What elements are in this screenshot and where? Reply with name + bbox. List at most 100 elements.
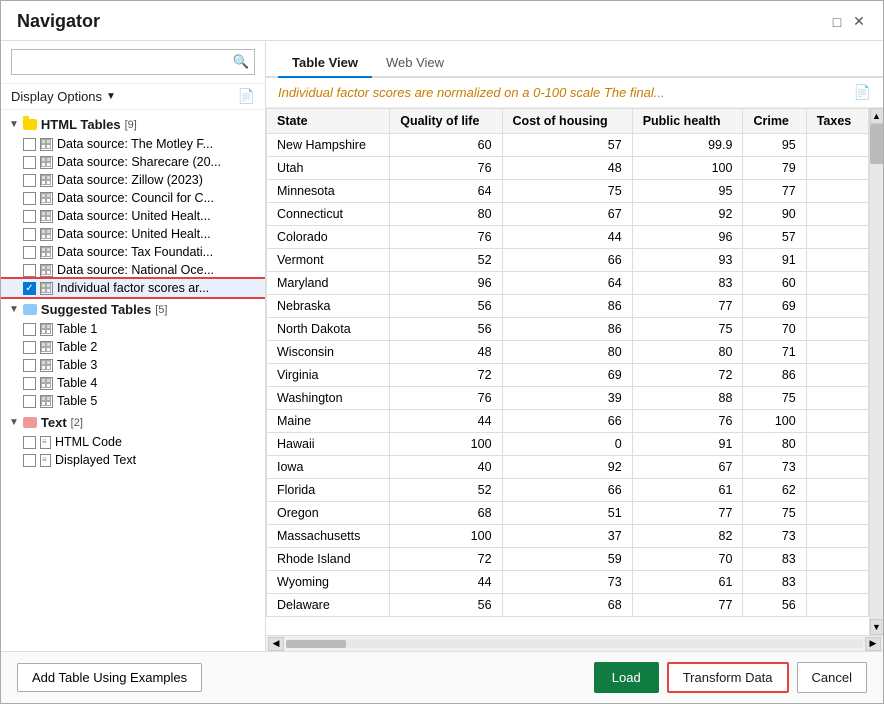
list-item[interactable]: Data source: Zillow (2023) [1,171,265,189]
checkbox-txt-0[interactable] [23,436,36,449]
html-tables-header[interactable]: ▼ HTML Tables [9] [1,114,265,135]
table-cell: 76 [390,387,502,410]
table-row: Utah764810079 [267,157,869,180]
table-cell [806,364,868,387]
table-cell: 75 [502,180,632,203]
tab-web-view[interactable]: Web View [372,49,458,78]
table-cell: 51 [502,502,632,525]
suggested-tables-header[interactable]: ▼ Suggested Tables [5] [1,299,265,320]
list-item[interactable]: HTML Code [1,433,265,451]
title-bar: Navigator □ ✕ [1,1,883,41]
table-cell: 61 [632,571,743,594]
search-icon-button[interactable]: 🔍 [228,50,254,74]
table-row: New Hampshire605799.995 [267,134,869,157]
new-source-icon-button[interactable]: 📄 [238,88,255,105]
table-cell [806,318,868,341]
window-title: Navigator [17,11,100,32]
copy-icon-button[interactable]: 📄 [854,84,871,101]
checkbox-item-0[interactable] [23,138,36,151]
table-cell: 71 [743,341,806,364]
add-table-button[interactable]: Add Table Using Examples [17,663,202,692]
table-row: North Dakota56867570 [267,318,869,341]
checkbox-item-3[interactable] [23,192,36,205]
scroll-up-arrow[interactable]: ▲ [870,108,884,124]
table-cell [806,502,868,525]
table-cell: 69 [502,364,632,387]
table-row: Oregon68517775 [267,502,869,525]
item-label: Data source: National Oce... [57,263,214,277]
cancel-button[interactable]: Cancel [797,662,867,693]
checkbox-item-5[interactable] [23,228,36,241]
checkbox-item-8-checked[interactable]: ✓ [23,282,36,295]
table-cell [806,203,868,226]
col-header-health: Public health [632,109,743,134]
checkbox-item-2[interactable] [23,174,36,187]
list-item[interactable]: Data source: National Oce... [1,261,265,279]
list-item[interactable]: Data source: United Healt... [1,225,265,243]
checkbox-item-7[interactable] [23,264,36,277]
item-label: Displayed Text [55,453,136,467]
item-label: Individual factor scores ar... [57,281,209,295]
list-item[interactable]: Table 3 [1,356,265,374]
table-icon [40,359,53,372]
selected-list-item[interactable]: ✓ Individual factor scores ar... [1,279,265,297]
table-cell: 75 [743,502,806,525]
table-cell [806,571,868,594]
col-header-quality: Quality of life [390,109,502,134]
table-row: Iowa40926773 [267,456,869,479]
list-item[interactable]: Data source: Sharecare (20... [1,153,265,171]
tree-area: ▼ HTML Tables [9] Data source: The Motle… [1,110,265,651]
scroll-right-arrow[interactable]: ▶ [865,637,881,651]
table-cell: 70 [743,318,806,341]
checkbox-item-4[interactable] [23,210,36,223]
checkbox-st-0[interactable] [23,323,36,336]
table-cell: 80 [632,341,743,364]
tab-table-view[interactable]: Table View [278,49,372,78]
chevron-down-icon: ▼ [106,91,116,102]
checkbox-item-1[interactable] [23,156,36,169]
item-label: Data source: Council for C... [57,191,214,205]
list-item[interactable]: Displayed Text [1,451,265,469]
table-cell: Minnesota [267,180,390,203]
table-cell: 68 [390,502,502,525]
table-cell [806,249,868,272]
checkbox-st-4[interactable] [23,395,36,408]
h-scroll-thumb[interactable] [286,640,346,648]
list-item[interactable]: Data source: The Motley F... [1,135,265,153]
checkbox-txt-1[interactable] [23,454,36,467]
close-button[interactable]: ✕ [851,14,867,30]
transform-data-button[interactable]: Transform Data [667,662,789,693]
table-cell: Washington [267,387,390,410]
scroll-down-arrow[interactable]: ▼ [870,619,884,635]
search-input[interactable] [12,51,228,74]
list-item[interactable]: Data source: Council for C... [1,189,265,207]
text-count: [2] [71,417,83,429]
table-cell: 72 [632,364,743,387]
col-header-housing: Cost of housing [502,109,632,134]
table-cell: Connecticut [267,203,390,226]
checkbox-st-3[interactable] [23,377,36,390]
table-icon [40,246,53,259]
tabs-bar: Table View Web View [266,41,883,78]
list-item[interactable]: Table 1 [1,320,265,338]
table-cell: 99.9 [632,134,743,157]
checkbox-st-1[interactable] [23,341,36,354]
checkbox-item-6[interactable] [23,246,36,259]
table-cell: 69 [743,295,806,318]
list-item[interactable]: Data source: United Healt... [1,207,265,225]
display-options-button[interactable]: Display Options ▼ [11,89,116,104]
minimize-button[interactable]: □ [829,14,845,30]
load-button[interactable]: Load [594,662,659,693]
text-header[interactable]: ▼ Text [2] [1,412,265,433]
table-cell: 66 [502,249,632,272]
list-item[interactable]: Data source: Tax Foundati... [1,243,265,261]
table-row: Rhode Island72597083 [267,548,869,571]
table-cell: 39 [502,387,632,410]
scroll-left-arrow[interactable]: ◀ [268,637,284,651]
table-cell: 83 [632,272,743,295]
scroll-thumb[interactable] [870,124,884,164]
list-item[interactable]: Table 5 [1,392,265,410]
checkbox-st-2[interactable] [23,359,36,372]
list-item[interactable]: Table 4 [1,374,265,392]
list-item[interactable]: Table 2 [1,338,265,356]
